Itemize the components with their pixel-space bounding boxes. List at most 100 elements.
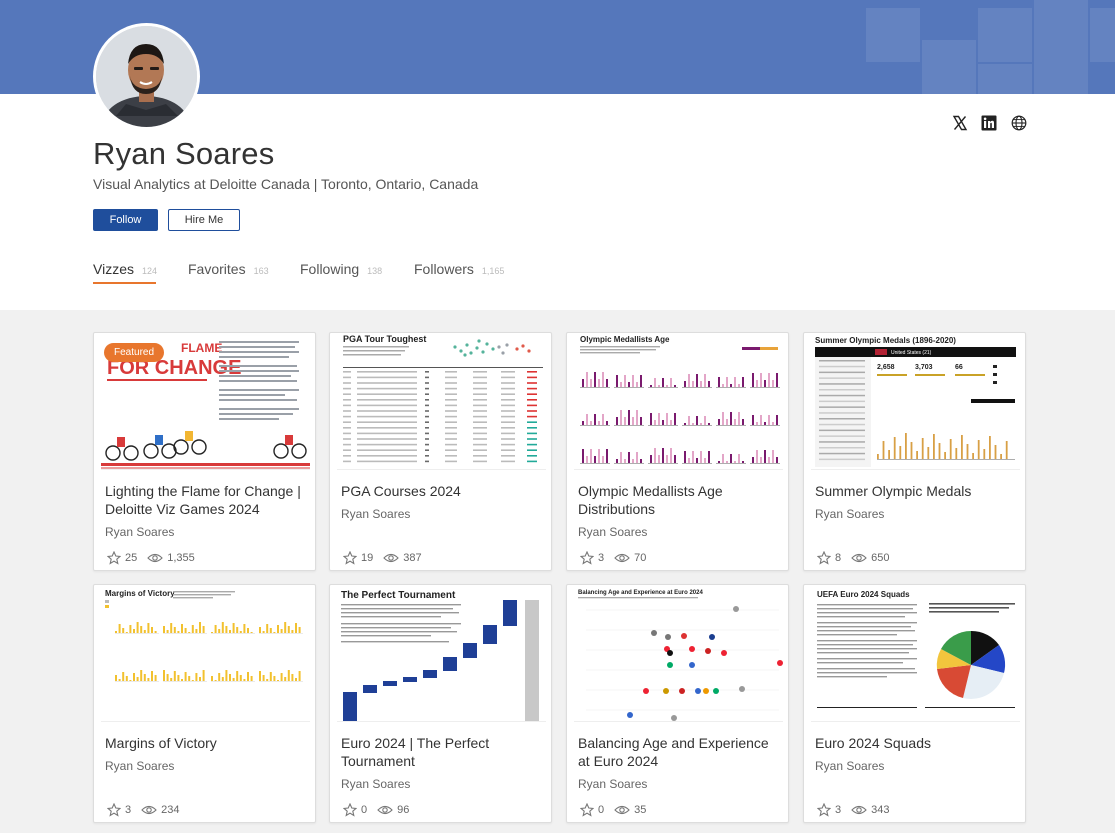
- viz-author[interactable]: Ryan Soares: [341, 777, 410, 791]
- viz-author[interactable]: Ryan Soares: [341, 507, 410, 521]
- viz-author[interactable]: Ryan Soares: [815, 759, 884, 773]
- viz-stats: 0 35: [580, 803, 646, 817]
- favorites-count: 3: [125, 804, 132, 816]
- eye-icon: [614, 805, 630, 815]
- viz-title[interactable]: Euro 2024 | The Perfect Tournament: [341, 734, 541, 770]
- thumb-title: Olympic Medallists Age: [580, 335, 670, 344]
- viz-card[interactable]: Balancing Age and Experience at Euro 202…: [566, 584, 789, 823]
- views-count: 234: [161, 804, 180, 816]
- star-icon[interactable]: [817, 551, 831, 565]
- viz-thumbnail[interactable]: Summer Olympic Medals (1896-2020) United…: [811, 333, 1020, 470]
- viz-thumbnail[interactable]: The Perfect Tournament: [337, 585, 546, 722]
- favorites-count: 0: [361, 804, 368, 816]
- viz-stats: 8 650: [817, 551, 889, 565]
- viz-thumbnail[interactable]: UEFA Euro 2024 Squads: [811, 585, 1020, 722]
- viz-thumbnail[interactable]: Olympic Medallists Age: [574, 333, 783, 470]
- viz-title[interactable]: Summer Olympic Medals: [815, 482, 1015, 500]
- viz-thumbnail[interactable]: Balancing Age and Experience at Euro 202…: [574, 585, 783, 722]
- views-count: 96: [397, 804, 410, 816]
- viz-card[interactable]: Olympic Medallists Age Olympic Medallist…: [566, 332, 789, 571]
- viz-card[interactable]: Margins of Victory Margins of Victory Ry…: [93, 584, 316, 823]
- thumb-stat: 66: [955, 364, 963, 371]
- eye-icon: [614, 553, 630, 563]
- tab-count: 138: [367, 266, 383, 276]
- tab-count: 1,165: [481, 266, 505, 276]
- thumb-flame-word: FLAME: [181, 341, 222, 355]
- favorites-count: 3: [835, 804, 842, 816]
- thumb-title: UEFA Euro 2024 Squads: [817, 590, 910, 599]
- active-tab-indicator: [93, 282, 156, 284]
- viz-stats: 19 387: [343, 551, 422, 565]
- viz-title[interactable]: Olympic Medallists Age Distributions: [578, 482, 778, 518]
- tab-vizzes[interactable]: Vizzes 124: [93, 261, 157, 277]
- viz-stats: 3 70: [580, 551, 646, 565]
- thumb-stat: 3,703: [915, 364, 933, 371]
- viz-card[interactable]: The Perfect Tournament Euro 2024 | The P…: [329, 584, 552, 823]
- viz-card[interactable]: FLAME FOR CHANGE Featured Lighting the F…: [93, 332, 316, 571]
- eye-icon: [147, 553, 164, 563]
- star-icon[interactable]: [107, 551, 121, 565]
- viz-title[interactable]: Euro 2024 Squads: [815, 734, 1015, 752]
- viz-title[interactable]: PGA Courses 2024: [341, 482, 541, 500]
- avatar[interactable]: [93, 23, 200, 130]
- viz-author[interactable]: Ryan Soares: [815, 507, 884, 521]
- views-count: 343: [871, 804, 890, 816]
- viz-author[interactable]: Ryan Soares: [578, 525, 647, 539]
- tab-label: Vizzes: [93, 261, 134, 277]
- thumb-title: PGA Tour Toughest: [343, 334, 426, 344]
- viz-title[interactable]: Balancing Age and Experience at Euro 202…: [578, 734, 778, 770]
- views-count: 387: [403, 552, 422, 564]
- tab-label: Following: [300, 261, 360, 277]
- viz-thumbnail[interactable]: PGA Tour Toughest: [337, 333, 546, 470]
- follow-button[interactable]: Follow: [93, 209, 158, 231]
- viz-author[interactable]: Ryan Soares: [105, 759, 174, 773]
- tab-label: Favorites: [188, 261, 246, 277]
- thumb-title: Margins of Victory: [105, 589, 175, 598]
- favorites-count: 19: [361, 552, 374, 564]
- tab-favorites[interactable]: Favorites 163: [188, 261, 269, 277]
- viz-card[interactable]: Summer Olympic Medals (1896-2020) United…: [803, 332, 1026, 571]
- profile-bio: Visual Analytics at Deloitte Canada | To…: [93, 176, 479, 192]
- eye-icon: [851, 553, 867, 563]
- thumb-title: The Perfect Tournament: [341, 590, 456, 601]
- hire-me-button[interactable]: Hire Me: [168, 209, 240, 231]
- views-count: 35: [634, 804, 647, 816]
- x-icon[interactable]: [951, 114, 969, 132]
- star-icon[interactable]: [817, 803, 831, 817]
- tab-count: 124: [141, 266, 158, 276]
- favorites-count: 3: [598, 552, 605, 564]
- viz-card[interactable]: PGA Tour Toughest PGA Courses 2024 Ryan …: [329, 332, 552, 571]
- linkedin-icon[interactable]: [980, 114, 998, 132]
- thumb-country: United States (21): [891, 350, 932, 356]
- tab-count: 163: [253, 266, 269, 276]
- views-count: 1,355: [167, 552, 195, 564]
- views-count: 650: [871, 552, 890, 564]
- tab-label: Followers: [414, 261, 474, 277]
- eye-icon: [141, 805, 157, 815]
- viz-title[interactable]: Lighting the Flame for Change | Deloitte…: [105, 482, 305, 518]
- viz-stats: 3 234: [107, 803, 179, 817]
- viz-title[interactable]: Margins of Victory: [105, 734, 305, 752]
- viz-author[interactable]: Ryan Soares: [578, 777, 647, 791]
- viz-stats: 3 343: [817, 803, 889, 817]
- viz-thumbnail[interactable]: Margins of Victory: [101, 585, 310, 722]
- tab-following[interactable]: Following 138: [300, 261, 382, 277]
- star-icon[interactable]: [580, 803, 594, 817]
- thumb-title: Balancing Age and Experience at Euro 202…: [578, 590, 703, 596]
- favorites-count: 8: [835, 552, 842, 564]
- star-icon[interactable]: [580, 551, 594, 565]
- profile-name: Ryan Soares: [93, 136, 275, 171]
- viz-card[interactable]: UEFA Euro 2024 Squads Euro 2024 Squads R…: [803, 584, 1026, 823]
- star-icon[interactable]: [343, 803, 357, 817]
- eye-icon: [851, 805, 867, 815]
- tab-followers[interactable]: Followers 1,165: [414, 261, 504, 277]
- star-icon[interactable]: [107, 803, 121, 817]
- viz-author[interactable]: Ryan Soares: [105, 525, 174, 539]
- eye-icon: [377, 805, 393, 815]
- favorites-count: 0: [598, 804, 605, 816]
- star-icon[interactable]: [343, 551, 357, 565]
- thumb-stat: 2,658: [877, 364, 895, 371]
- profile-header: [0, 23, 1115, 310]
- viz-stats: 0 96: [343, 803, 409, 817]
- globe-icon[interactable]: [1010, 114, 1028, 132]
